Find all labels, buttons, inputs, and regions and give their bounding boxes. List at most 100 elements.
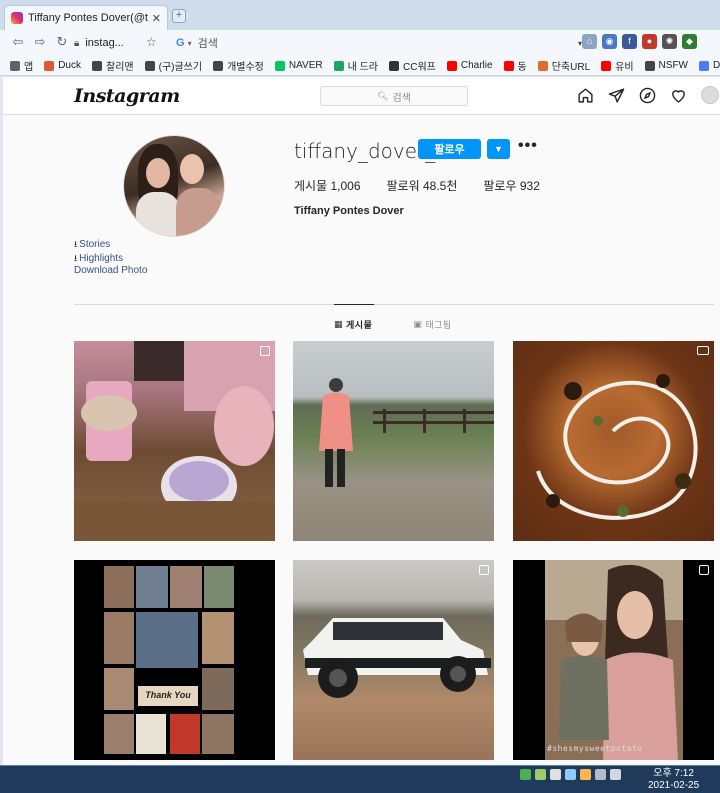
tab-posts[interactable]: ▦ 게시물 (334, 318, 372, 331)
home-icon[interactable]: ⌂ (582, 34, 597, 49)
profile-stats: 게시물 1,006 팔로워 48.5천 팔로우 932 (294, 177, 566, 194)
profile-avatar-icon[interactable] (701, 86, 719, 104)
instagram-page: Instagram 🔍︎ 검색 tiffany_dover_ 팔로우 ▼ •••… (3, 77, 720, 765)
back-arrow-icon[interactable]: ⇦ (8, 34, 28, 50)
camera-icon (697, 346, 709, 355)
web-search-placeholder: 검색 (197, 38, 218, 50)
download-stories-link[interactable]: ⭳ Stories (74, 238, 147, 252)
home-icon[interactable] (577, 87, 594, 104)
bookmark-favicon-icon (333, 60, 344, 71)
follow-button[interactable]: 팔로우 (418, 139, 481, 159)
post-image (303, 618, 491, 698)
post-image (104, 566, 234, 754)
bookmark-item[interactable]: 단축URL (537, 58, 591, 73)
search-icon: 🔍︎ (377, 90, 389, 101)
search-engine-dropdown-icon[interactable]: ▾ (188, 39, 192, 48)
post-thumbnail[interactable] (513, 341, 714, 541)
post-thumbnail[interactable] (293, 341, 494, 541)
bookmark-star-icon[interactable]: ☆ (146, 35, 157, 49)
extension-green-icon[interactable]: ◆ (682, 34, 697, 49)
bookmark-item[interactable]: 개별수정 (213, 58, 264, 73)
bookmark-label: 단축URL (551, 62, 591, 73)
bookmark-item[interactable]: NSFW (644, 60, 688, 71)
bookmark-favicon-icon (92, 60, 102, 71)
google-icon: G (176, 37, 185, 49)
bookmark-favicon-icon (213, 60, 224, 71)
bookmark-item[interactable]: NAVER (274, 60, 323, 71)
bookmark-label: CC워프 (403, 62, 436, 73)
volume-icon[interactable] (610, 769, 621, 780)
bookmark-favicon-icon (644, 60, 655, 71)
download-highlights-link[interactable]: ⭳ Highlights (74, 252, 147, 266)
forward-arrow-icon[interactable]: ⇨ (30, 34, 50, 50)
bookmark-favicon-icon (274, 60, 285, 71)
tray-icon[interactable] (520, 769, 531, 780)
explore-compass-icon[interactable] (639, 87, 656, 104)
suggested-dropdown-button[interactable]: ▼ (487, 139, 510, 159)
windows-taskbar: 오후 7:12 2021-02-25 (0, 765, 720, 793)
post-thumbnail[interactable]: #shesmysweetpotato (513, 560, 714, 760)
instagram-search-placeholder: 검색 (392, 92, 411, 104)
tag-icon: ▣ (413, 319, 423, 329)
help-icon[interactable] (565, 769, 576, 780)
download-photo-link[interactable]: Download Photo (74, 265, 147, 278)
bookmark-label: Duck (58, 60, 81, 71)
direct-message-icon[interactable] (608, 87, 625, 104)
profile-tabs: ▦ 게시물 ▣ 태그됨 (334, 318, 493, 331)
bookmark-item[interactable]: 동 (503, 58, 527, 73)
download-icon: ⭳ (74, 252, 78, 263)
bookmark-favicon-icon (446, 60, 457, 71)
bookmark-label: 내 드라 (347, 62, 378, 73)
post-thumbnail[interactable]: Thank You (74, 560, 275, 760)
bookmark-label: 앱 (24, 62, 34, 73)
stat-following[interactable]: 팔로우 932 (483, 177, 540, 194)
post-caption: #shesmysweetpotato (547, 744, 643, 753)
grid-icon: ▦ (334, 319, 344, 329)
browser-tab[interactable]: Tiffany Pontes Dover(@tiffany_do ✕ (4, 5, 168, 30)
ime-icon[interactable] (550, 769, 561, 780)
instagram-search-input[interactable]: 🔍︎ 검색 (320, 86, 468, 106)
profile-full-name: Tiffany Pontes Dover (294, 205, 404, 217)
bookmark-label: Daum (713, 60, 720, 71)
bookmark-item[interactable]: (구)글쓰기 (144, 58, 203, 73)
extension-red-icon[interactable]: ● (642, 34, 657, 49)
more-options-icon[interactable]: ••• (518, 137, 538, 155)
stat-posts[interactable]: 게시물 1,006 (294, 177, 361, 194)
bookmark-item[interactable]: 찰리맨 (92, 58, 134, 73)
bookmark-label: (구)글쓰기 (158, 62, 203, 73)
bookmark-item[interactable]: Charlie (446, 60, 493, 71)
tray-icon[interactable] (580, 769, 591, 780)
bookmark-item[interactable]: Daum (699, 60, 720, 71)
reload-icon[interactable]: ↻ (52, 34, 72, 50)
bookmark-item[interactable]: CC워프 (389, 58, 436, 73)
profile-avatar[interactable] (123, 135, 225, 237)
bookmark-item[interactable]: 내 드라 (333, 58, 378, 73)
bookmark-label: 찰리맨 (106, 62, 134, 73)
tab-title: Tiffany Pontes Dover(@tiffany_do (28, 12, 148, 24)
facebook-icon[interactable]: f (622, 34, 637, 49)
bookmark-label: NAVER (288, 60, 323, 71)
stat-followers[interactable]: 팔로워 48.5천 (387, 177, 458, 194)
instagram-logo[interactable]: Instagram (74, 85, 180, 107)
bookmark-item[interactable]: 앱 (10, 58, 33, 73)
bookmark-favicon-icon (389, 60, 399, 71)
close-tab-icon[interactable]: ✕ (152, 12, 161, 25)
bookmark-item[interactable]: 유비 (601, 58, 634, 73)
activity-heart-icon[interactable] (670, 87, 687, 104)
new-tab-button[interactable]: + (172, 9, 186, 23)
extension-globe-icon[interactable]: ◉ (602, 34, 617, 49)
bookmark-label: 개별수정 (227, 62, 264, 73)
network-icon[interactable] (595, 769, 606, 780)
instagram-favicon-icon (11, 12, 23, 24)
tray-icon[interactable] (535, 769, 546, 780)
taskbar-clock[interactable]: 오후 7:12 2021-02-25 (648, 768, 699, 792)
web-search-box[interactable]: G ▾ 검색 ▾ (176, 33, 582, 53)
extension-gear-icon[interactable]: ✺ (662, 34, 677, 49)
bookmark-favicon-icon (601, 60, 612, 71)
post-thumbnail[interactable] (293, 560, 494, 760)
post-thumbnail[interactable] (74, 341, 275, 541)
profile-divider (74, 304, 714, 305)
download-links: ⭳ Stories ⭳ Highlights Download Photo (74, 238, 147, 278)
bookmark-item[interactable]: Duck (44, 60, 81, 71)
tab-tagged[interactable]: ▣ 태그됨 (413, 318, 451, 331)
